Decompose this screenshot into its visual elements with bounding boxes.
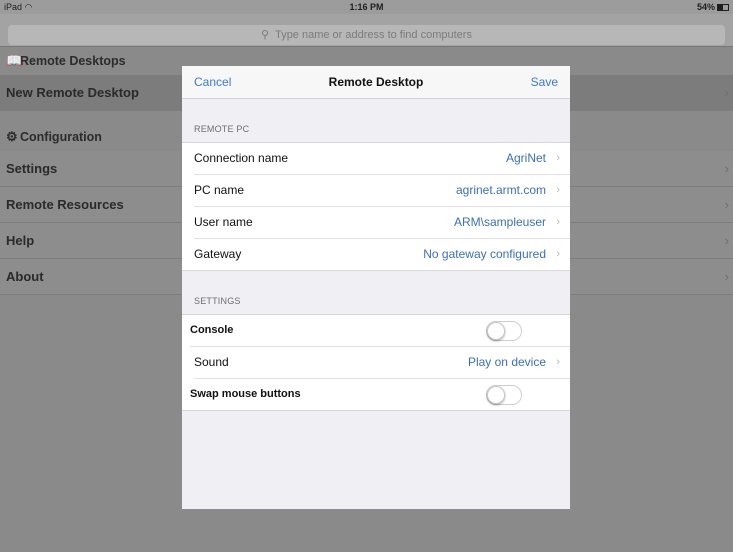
- pc-name-row[interactable]: PC name agrinet.armt.com ›: [194, 175, 570, 207]
- toggle-knob: [487, 386, 505, 404]
- row-value: ARM\sampleuser: [453, 215, 546, 229]
- gear-icon: ⚙: [6, 129, 18, 144]
- chevron-right-icon: ›: [724, 161, 729, 176]
- chevron-right-icon: ›: [556, 248, 560, 260]
- console-toggle[interactable]: [486, 321, 522, 341]
- settings-header: SETTINGS: [194, 296, 241, 306]
- console-row: Console: [190, 315, 570, 347]
- list-item-label: Remote Resources: [6, 197, 124, 212]
- search-placeholder: Type name or address to find computers: [275, 29, 472, 41]
- chevron-right-icon: ›: [724, 269, 729, 284]
- remote-pc-header: REMOTE PC: [194, 124, 250, 134]
- chevron-right-icon: ›: [724, 233, 729, 248]
- row-label: PC name: [194, 183, 245, 197]
- battery-indicator: 54%: [697, 0, 729, 14]
- swap-mouse-toggle[interactable]: [486, 385, 522, 405]
- list-item-label: About: [6, 269, 44, 284]
- chevron-right-icon: ›: [724, 85, 729, 100]
- settings-group: Console Sound Play on device › Swap mous…: [182, 314, 570, 411]
- remote-pc-group: Connection name AgriNet › PC name agrine…: [182, 142, 570, 271]
- row-label: Swap mouse buttons: [190, 388, 301, 400]
- row-label: User name: [194, 215, 253, 229]
- book-icon: 📖: [6, 53, 23, 68]
- search-input[interactable]: ⚲ Type name or address to find computers: [8, 25, 725, 45]
- section-title: Remote Desktops: [20, 54, 126, 68]
- chevron-right-icon: ›: [556, 184, 560, 196]
- dialog-navbar: Cancel Remote Desktop Save: [182, 66, 570, 99]
- remote-desktop-dialog: Cancel Remote Desktop Save REMOTE PC Con…: [182, 66, 570, 509]
- row-value: Play on device: [467, 355, 546, 369]
- user-name-row[interactable]: User name ARM\sampleuser ›: [194, 207, 570, 239]
- row-label: Sound: [194, 355, 229, 369]
- save-button[interactable]: Save: [531, 66, 558, 98]
- row-value: agrinet.armt.com: [455, 183, 546, 197]
- list-item-label: New Remote Desktop: [6, 85, 139, 100]
- list-item-label: Settings: [6, 161, 58, 176]
- chevron-right-icon: ›: [556, 152, 560, 164]
- status-bar: iPad ◠ 1:16 PM 54%: [0, 0, 733, 14]
- dialog-title: Remote Desktop: [328, 75, 424, 89]
- connection-name-row[interactable]: Connection name AgriNet ›: [194, 143, 570, 175]
- chevron-right-icon: ›: [556, 356, 560, 368]
- row-value: No gateway configured: [423, 247, 546, 261]
- sound-row[interactable]: Sound Play on device ›: [194, 347, 570, 379]
- row-value: AgriNet: [505, 151, 546, 165]
- swap-mouse-row: Swap mouse buttons: [190, 379, 570, 410]
- row-label: Console: [190, 324, 234, 336]
- clock: 1:16 PM: [349, 2, 384, 12]
- chevron-right-icon: ›: [724, 197, 729, 212]
- toggle-knob: [487, 322, 505, 340]
- search-bar: ⚲ Type name or address to find computers: [0, 14, 733, 47]
- row-label: Gateway: [194, 247, 242, 261]
- search-icon: ⚲: [261, 29, 270, 41]
- list-item-label: Help: [6, 233, 35, 248]
- row-label: Connection name: [194, 151, 289, 165]
- section-title: Configuration: [20, 130, 102, 144]
- gateway-row[interactable]: Gateway No gateway configured ›: [194, 239, 570, 270]
- chevron-right-icon: ›: [556, 216, 560, 228]
- battery-icon: [717, 4, 729, 12]
